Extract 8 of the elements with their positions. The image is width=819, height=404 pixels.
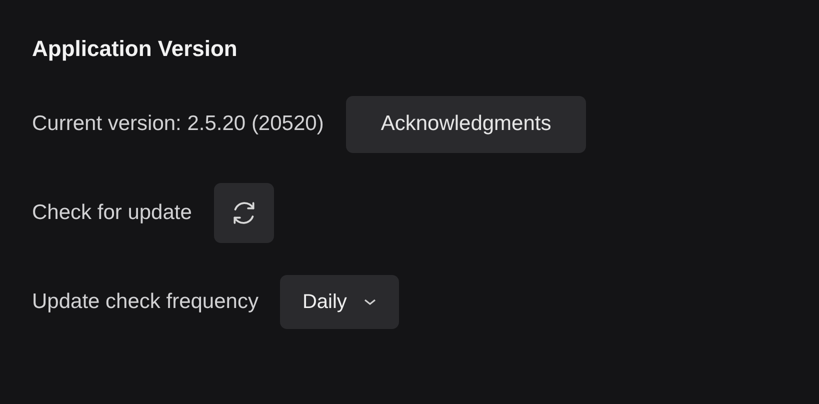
acknowledgments-button[interactable]: Acknowledgments	[346, 96, 586, 152]
setting-label: Check for update	[32, 201, 192, 225]
setting-label: Update check frequency	[32, 290, 258, 314]
frequency-dropdown[interactable]: Daily	[280, 275, 399, 329]
setting-label: Current version: 2.5.20 (20520)	[32, 112, 324, 136]
refresh-button[interactable]	[214, 183, 274, 243]
chevron-down-icon	[362, 297, 377, 307]
section-title: Application Version	[32, 36, 238, 62]
